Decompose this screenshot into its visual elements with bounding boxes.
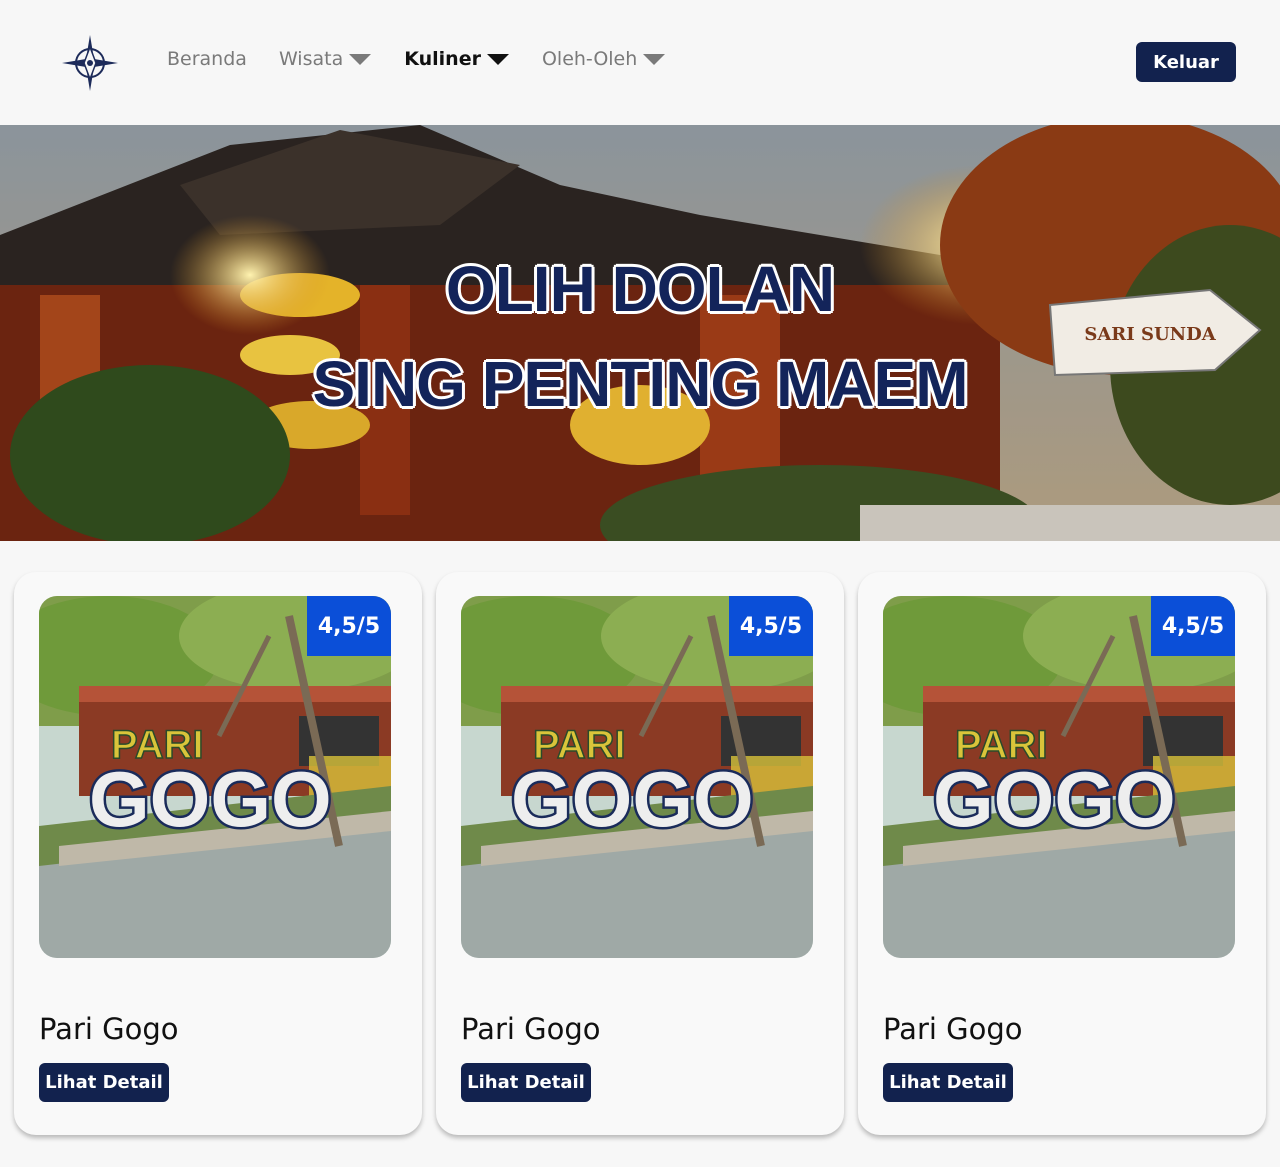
hero-title-line1: OLIH DOLAN [445,253,835,325]
rating-badge: 4,5/5 [1151,596,1235,656]
kuliner-card[interactable]: PARI GOGO 4,5/5 Pari Gogo Lihat Detail [436,572,844,1135]
kuliner-photo: PARI GOGO 4,5/5 [883,596,1235,958]
caret-down-icon [349,54,372,65]
nav-item-wisata[interactable]: Wisata [279,48,372,70]
svg-text:GOGO: GOGO [511,755,754,843]
card-title: Pari Gogo [883,1012,1023,1046]
hero-title-line2: SING PENTING MAEM [312,348,968,420]
main-nav: Beranda Wisata Kuliner Oleh-Oleh [167,48,698,70]
rating-badge: 4,5/5 [307,596,391,656]
caret-down-icon [643,54,666,65]
hero-photo: SARI SUNDA [0,125,1280,541]
rating-badge: 4,5/5 [729,596,813,656]
caret-down-icon [486,54,509,65]
kuliner-card[interactable]: PARI GOGO 4,5/5 Pari Gogo Lihat Detail [858,572,1266,1135]
lihat-detail-button[interactable]: Lihat Detail [39,1063,169,1102]
nav-item-label: Beranda [167,48,247,70]
nav-item-label: Kuliner [404,48,481,70]
kuliner-photo: PARI GOGO 4,5/5 [461,596,813,958]
compass-logo-icon[interactable] [60,33,120,93]
card-title: Pari Gogo [461,1012,601,1046]
svg-text:GOGO: GOGO [89,755,332,843]
logout-button[interactable]: Keluar [1136,42,1236,82]
lihat-detail-button[interactable]: Lihat Detail [461,1063,591,1102]
kuliner-photo: PARI GOGO 4,5/5 [39,596,391,958]
hero-banner: SARI SUNDA OLIH DOLAN SING PENTING MAEM [0,125,1280,541]
navbar: Beranda Wisata Kuliner Oleh-Oleh Keluar [0,0,1280,125]
svg-text:SARI SUNDA: SARI SUNDA [1084,324,1216,345]
nav-item-oleh-oleh[interactable]: Oleh-Oleh [542,48,666,70]
nav-item-label: Oleh-Oleh [541,48,638,70]
svg-text:GOGO: GOGO [933,755,1176,843]
nav-item-kuliner[interactable]: Kuliner [404,48,510,70]
nav-item-beranda[interactable]: Beranda [167,48,247,70]
nav-item-label: Wisata [278,48,344,70]
lihat-detail-button[interactable]: Lihat Detail [883,1063,1013,1102]
card-title: Pari Gogo [39,1012,179,1046]
kuliner-card[interactable]: PARI GOGO 4,5/5 Pari Gogo Lihat Detail [14,572,422,1135]
